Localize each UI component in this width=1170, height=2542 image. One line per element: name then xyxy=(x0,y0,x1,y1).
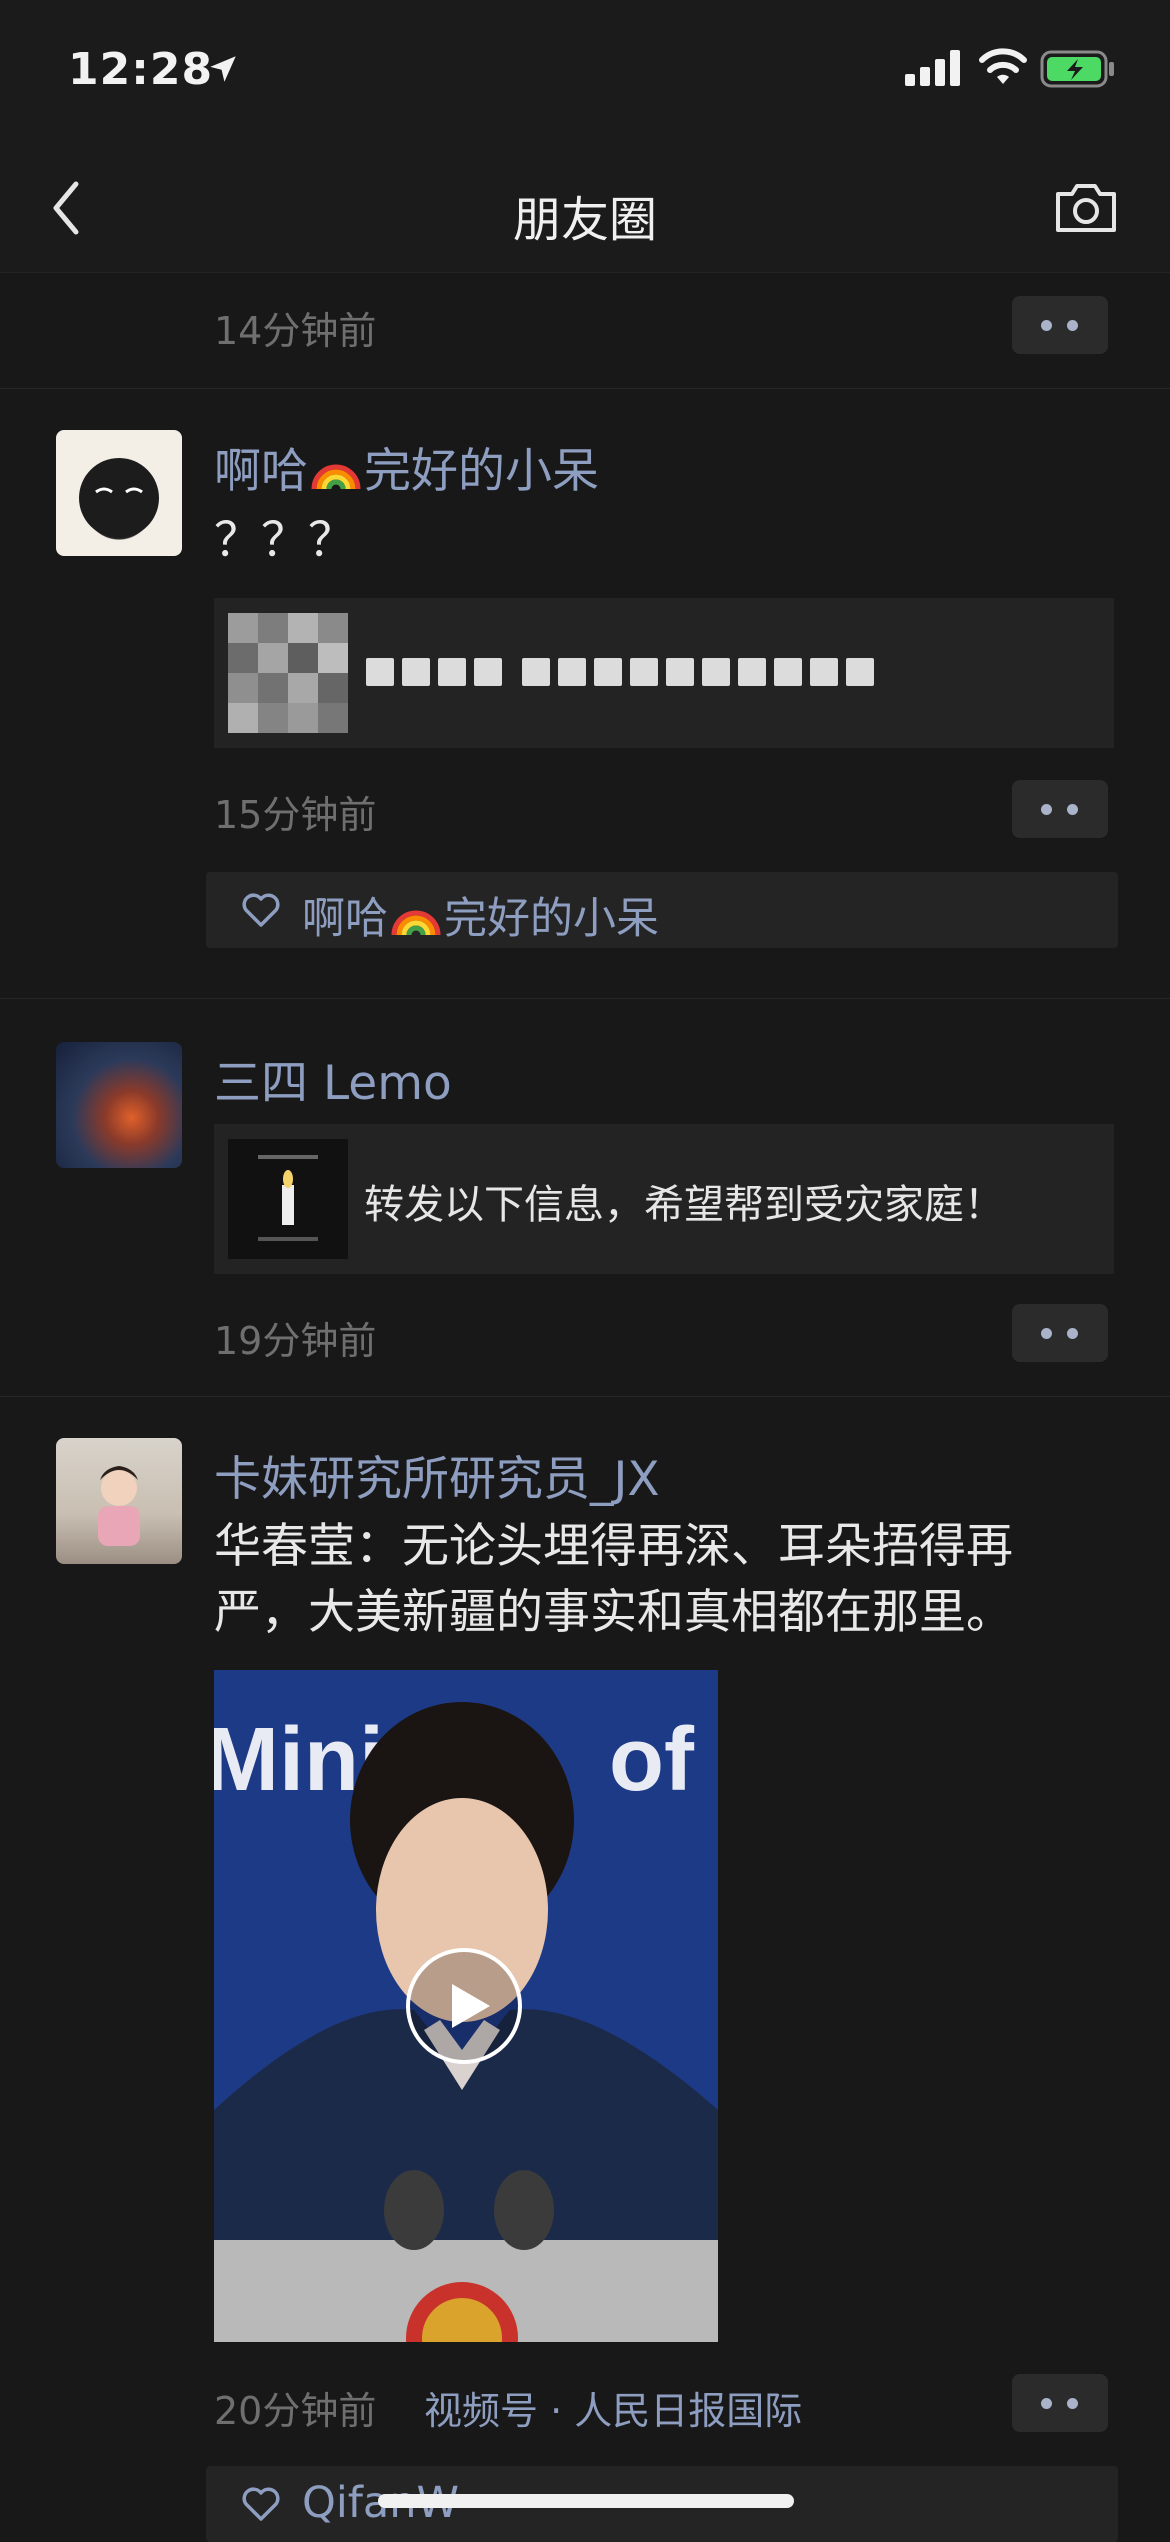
post-author-name[interactable]: 啊哈 完好的小呆 xyxy=(214,432,599,501)
channel-source-link[interactable]: 视频号 · 人民日报国际 xyxy=(424,2380,802,2435)
post-divider xyxy=(0,1396,1170,1397)
heart-icon xyxy=(242,893,280,927)
post-timestamp: 19分钟前 xyxy=(214,1319,377,1363)
post-text-line-1: 华春莹：无论头埋得再深、耳朵捂得再 xyxy=(214,1519,1013,1574)
more-dots-icon[interactable] xyxy=(1012,1304,1108,1362)
link-thumbnail xyxy=(228,613,348,733)
page-title: 朋友圈 xyxy=(512,192,657,248)
battery-icon xyxy=(1040,50,1114,88)
post-text: ？？？ xyxy=(214,513,355,568)
signal-icon xyxy=(905,50,960,86)
avatar[interactable] xyxy=(56,430,182,556)
camera-icon[interactable] xyxy=(1054,180,1118,234)
post-divider xyxy=(0,998,1170,999)
post-timestamp: 15分钟前 xyxy=(214,793,377,837)
more-dots-icon[interactable] xyxy=(1012,2374,1108,2432)
wifi-icon xyxy=(979,48,1027,84)
home-indicator[interactable] xyxy=(378,2494,794,2508)
link-title-redacted xyxy=(366,658,882,690)
likes-bar: 啊哈 完好的小呆 xyxy=(206,872,1118,948)
play-icon[interactable] xyxy=(404,1946,524,2066)
svg-text:of: of xyxy=(609,1710,695,1810)
avatar[interactable] xyxy=(56,1438,182,1564)
article-thumbnail xyxy=(228,1139,348,1259)
more-dots-icon[interactable] xyxy=(1012,780,1108,838)
link-card[interactable] xyxy=(214,598,1114,748)
post-timestamp: 20分钟前 xyxy=(214,2389,377,2433)
video-thumbnail[interactable]: Mini of xyxy=(214,1670,718,2342)
shared-article-title: 转发以下信息，希望帮到受灾家庭！ xyxy=(364,1182,1004,1228)
post-timestamp: 14分钟前 xyxy=(214,309,377,353)
like-user-name[interactable]: 啊哈 完好的小呆 xyxy=(302,884,659,946)
more-dots-icon[interactable] xyxy=(1012,296,1108,354)
rainbow-icon xyxy=(308,448,364,490)
status-time: 12:28 xyxy=(68,44,214,95)
heart-icon xyxy=(242,2487,280,2521)
post-author-name[interactable]: 卡妹研究所研究员_JX xyxy=(214,1440,660,1509)
post-text-line-2: 严，大美新疆的事实和真相都在那里。 xyxy=(214,1585,1013,1640)
post-divider xyxy=(0,388,1170,389)
rainbow-icon xyxy=(388,897,444,937)
location-arrow-icon xyxy=(210,56,236,82)
post-author-name[interactable]: 三四 Lemo xyxy=(214,1044,452,1113)
shared-article-card[interactable]: 转发以下信息，希望帮到受灾家庭！ xyxy=(214,1124,1114,1274)
avatar[interactable] xyxy=(56,1042,182,1168)
